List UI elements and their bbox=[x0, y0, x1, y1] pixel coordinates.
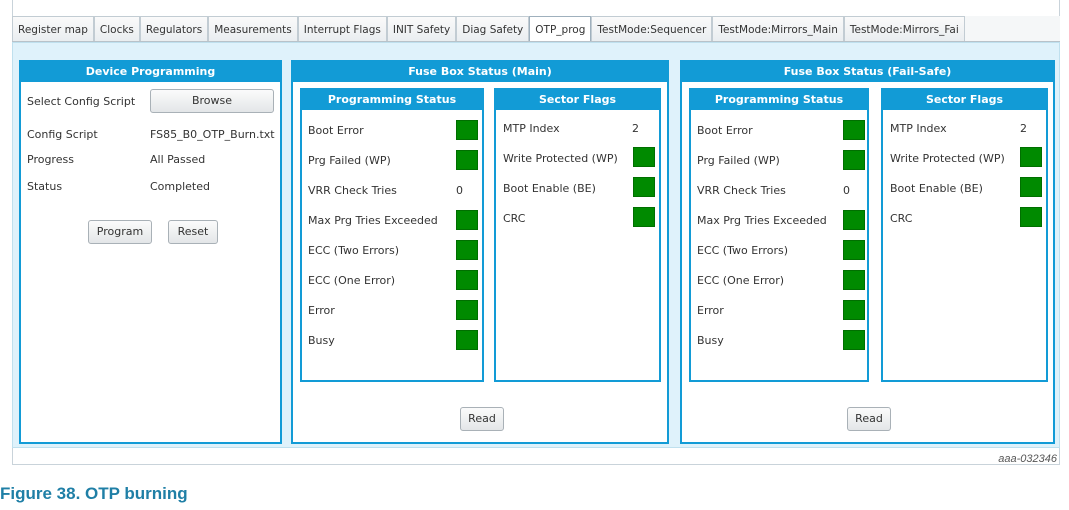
failsafe-read-button[interactable]: Read bbox=[847, 407, 891, 431]
tab-testmode-sequencer[interactable]: TestMode:Sequencer bbox=[591, 16, 713, 41]
main-prg-failed-indicator bbox=[456, 150, 478, 170]
main-crc-indicator bbox=[633, 207, 655, 227]
fs-busy-indicator bbox=[843, 330, 865, 350]
tab-regulators[interactable]: Regulators bbox=[139, 16, 209, 41]
browse-button[interactable]: Browse bbox=[150, 89, 274, 113]
fs-boot-error-indicator bbox=[843, 120, 865, 140]
fs-boot-error-label: Boot Error bbox=[697, 124, 753, 137]
fs-boot-enable-indicator bbox=[1020, 177, 1042, 197]
fuse-box-main-title: Fuse Box Status (Main) bbox=[293, 62, 667, 82]
tab-testmode-mirrors-failsafe[interactable]: TestMode:Mirrors_Fai bbox=[843, 16, 965, 41]
main-busy-label: Busy bbox=[308, 334, 335, 347]
main-mtp-index-label: MTP Index bbox=[503, 122, 560, 135]
progress-value: All Passed bbox=[150, 153, 206, 166]
main-prg-failed-label: Prg Failed (WP) bbox=[308, 154, 391, 167]
fs-mtp-index-value: 2 bbox=[1020, 122, 1027, 135]
tab-measurements[interactable]: Measurements bbox=[208, 16, 298, 41]
fs-ecc-two-indicator bbox=[843, 240, 865, 260]
figure-caption: Figure 38. OTP burning bbox=[0, 484, 188, 503]
main-boot-error-indicator bbox=[456, 120, 478, 140]
fs-vrr-check-value: 0 bbox=[843, 184, 850, 197]
fs-vrr-check-label: VRR Check Tries bbox=[697, 184, 786, 197]
main-error-indicator bbox=[456, 300, 478, 320]
figure-id: aaa-032346 bbox=[998, 453, 1057, 465]
main-vrr-check-value: 0 bbox=[456, 184, 463, 197]
fs-prg-failed-label: Prg Failed (WP) bbox=[697, 154, 780, 167]
main-ecc-one-indicator bbox=[456, 270, 478, 290]
tab-otp-prog[interactable]: OTP_prog bbox=[529, 16, 592, 41]
fs-ecc-one-indicator bbox=[843, 270, 865, 290]
main-vrr-check-label: VRR Check Tries bbox=[308, 184, 397, 197]
device-programming-title: Device Programming bbox=[21, 62, 280, 82]
main-write-protected-indicator bbox=[633, 147, 655, 167]
fuse-box-failsafe-title: Fuse Box Status (Fail-Safe) bbox=[682, 62, 1053, 82]
reset-button[interactable]: Reset bbox=[168, 220, 218, 244]
status-value: Completed bbox=[150, 180, 210, 193]
fs-max-prg-indicator bbox=[843, 210, 865, 230]
tab-testmode-mirrors-main[interactable]: TestMode:Mirrors_Main bbox=[712, 16, 844, 41]
tab-interrupt-flags[interactable]: Interrupt Flags bbox=[297, 16, 387, 41]
fs-crc-indicator bbox=[1020, 207, 1042, 227]
main-sector-flags-title: Sector Flags bbox=[496, 90, 659, 110]
fs-mtp-index-label: MTP Index bbox=[890, 122, 947, 135]
fs-prg-failed-indicator bbox=[843, 150, 865, 170]
tab-init-safety[interactable]: INIT Safety bbox=[386, 16, 457, 41]
tab-bar: Register map Clocks Regulators Measureme… bbox=[12, 16, 1060, 42]
main-write-protected-label: Write Protected (WP) bbox=[503, 152, 618, 165]
fs-boot-enable-label: Boot Enable (BE) bbox=[890, 182, 983, 195]
fs-write-protected-indicator bbox=[1020, 147, 1042, 167]
config-script-value: FS85_B0_OTP_Burn.txt bbox=[150, 128, 275, 141]
main-read-button[interactable]: Read bbox=[460, 407, 504, 431]
tab-diag-safety[interactable]: Diag Safety bbox=[456, 16, 530, 41]
main-ecc-one-label: ECC (One Error) bbox=[308, 274, 396, 287]
status-label: Status bbox=[27, 180, 63, 193]
main-boot-error-label: Boot Error bbox=[308, 124, 364, 137]
tab-register-map[interactable]: Register map bbox=[12, 16, 94, 41]
fs-error-indicator bbox=[843, 300, 865, 320]
main-boot-enable-label: Boot Enable (BE) bbox=[503, 182, 596, 195]
fs-crc-label: CRC bbox=[890, 212, 913, 225]
fs-ecc-one-label: ECC (One Error) bbox=[697, 274, 785, 287]
main-max-prg-indicator bbox=[456, 210, 478, 230]
main-max-prg-label: Max Prg Tries Exceeded bbox=[308, 214, 438, 227]
main-mtp-index-value: 2 bbox=[632, 122, 639, 135]
main-programming-status-title: Programming Status bbox=[302, 90, 482, 110]
progress-label: Progress bbox=[27, 153, 74, 166]
main-ecc-two-indicator bbox=[456, 240, 478, 260]
tab-clocks[interactable]: Clocks bbox=[93, 16, 140, 41]
main-crc-label: CRC bbox=[503, 212, 526, 225]
fs-programming-status-title: Programming Status bbox=[691, 90, 867, 110]
main-ecc-two-label: ECC (Two Errors) bbox=[308, 244, 400, 257]
select-config-label: Select Config Script bbox=[27, 95, 136, 108]
fs-write-protected-label: Write Protected (WP) bbox=[890, 152, 1005, 165]
main-boot-enable-indicator bbox=[633, 177, 655, 197]
main-error-label: Error bbox=[308, 304, 335, 317]
fs-max-prg-label: Max Prg Tries Exceeded bbox=[697, 214, 827, 227]
main-busy-indicator bbox=[456, 330, 478, 350]
config-script-label: Config Script bbox=[27, 128, 98, 141]
device-programming-panel: Device Programming bbox=[19, 60, 282, 444]
fs-sector-flags-title: Sector Flags bbox=[883, 90, 1046, 110]
program-button[interactable]: Program bbox=[88, 220, 152, 244]
fs-busy-label: Busy bbox=[697, 334, 724, 347]
fs-error-label: Error bbox=[697, 304, 724, 317]
fs-ecc-two-label: ECC (Two Errors) bbox=[697, 244, 789, 257]
